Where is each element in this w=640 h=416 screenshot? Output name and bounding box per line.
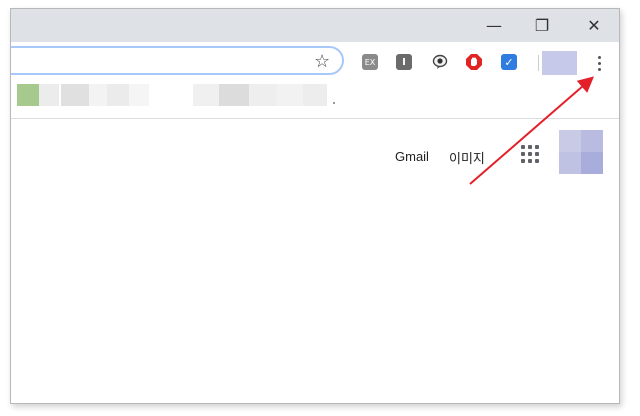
ex-extension-icon[interactable]: EX xyxy=(362,54,378,70)
bookmark-item[interactable] xyxy=(89,84,107,106)
bookmark-dot xyxy=(333,102,335,104)
bookmark-item[interactable] xyxy=(39,84,59,106)
bookmark-item[interactable] xyxy=(219,84,249,106)
chrome-menu-icon[interactable] xyxy=(591,51,607,75)
bookmark-item[interactable] xyxy=(17,84,39,106)
bookmark-item[interactable] xyxy=(249,84,277,106)
title-bar: — ❐ ✕ xyxy=(11,9,619,42)
checkmark-extension-icon[interactable]: ✓ xyxy=(501,54,517,70)
adblock-extension-icon[interactable] xyxy=(466,54,482,70)
toolbar: ☆ EX I ✓ xyxy=(11,42,619,82)
images-link[interactable]: 이미지 xyxy=(449,148,485,167)
bookmark-item[interactable] xyxy=(303,84,327,106)
page-content: Gmail 이미지 xyxy=(11,119,619,403)
reader-extension-icon[interactable]: I xyxy=(396,54,412,70)
address-bar[interactable] xyxy=(11,46,344,75)
bookmark-item[interactable] xyxy=(129,84,149,106)
gmail-link[interactable]: Gmail xyxy=(395,149,429,164)
bookmark-item[interactable] xyxy=(149,84,193,106)
browser-window: — ❐ ✕ ☆ EX I ✓ Gmail 이미지 xyxy=(10,8,620,404)
profile-avatar[interactable] xyxy=(542,51,577,75)
account-avatar[interactable] xyxy=(559,130,603,174)
bookmarks-bar xyxy=(11,82,619,116)
toolbar-separator xyxy=(538,55,539,71)
bookmark-item[interactable] xyxy=(193,84,219,106)
google-apps-icon[interactable] xyxy=(521,145,541,165)
close-button[interactable]: ✕ xyxy=(571,9,617,42)
bookmark-item[interactable] xyxy=(107,84,129,106)
restore-button[interactable]: ❐ xyxy=(519,9,565,42)
minimize-button[interactable]: — xyxy=(471,9,517,42)
speech-extension-icon[interactable] xyxy=(432,54,448,70)
bookmark-item[interactable] xyxy=(61,84,89,106)
bookmark-star-icon[interactable]: ☆ xyxy=(314,53,330,71)
bookmark-item[interactable] xyxy=(277,84,303,106)
